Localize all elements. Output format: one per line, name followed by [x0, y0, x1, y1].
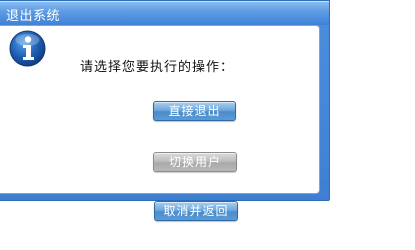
screen: 退出系统 请选择您要执行的操作： 直接退出 切换用户 取消并返回 [0, 0, 415, 250]
dialog-prompt: 请选择您要执行的操作： [80, 60, 235, 75]
exit-directly-button[interactable]: 直接退出 [153, 101, 236, 121]
switch-user-button[interactable]: 切换用户 [153, 152, 237, 172]
info-icon [9, 30, 46, 67]
window-title: 退出系统 [6, 9, 61, 24]
title-bar[interactable]: 退出系统 [0, 1, 329, 25]
cancel-and-return-button[interactable]: 取消并返回 [154, 201, 238, 221]
